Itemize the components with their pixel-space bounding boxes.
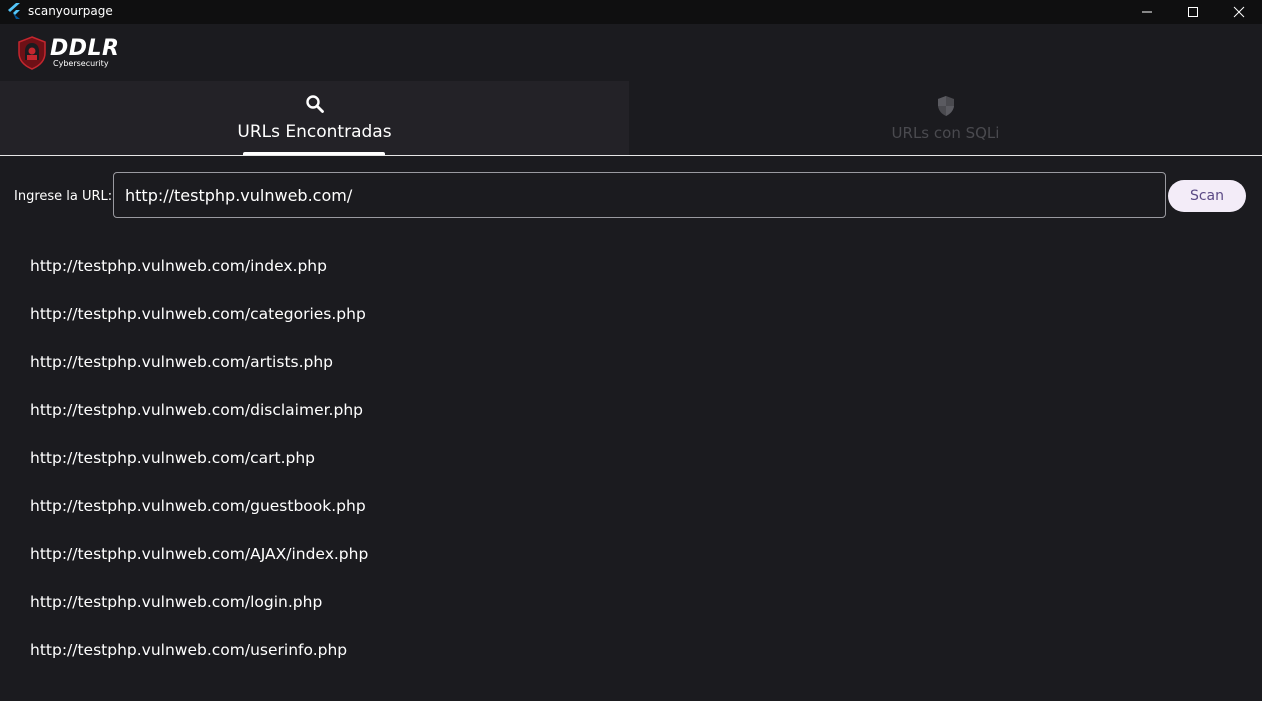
- list-item[interactable]: http://testphp.vulnweb.com/AJAX/index.ph…: [0, 530, 1262, 578]
- shield-icon: [937, 96, 954, 116]
- list-item[interactable]: http://testphp.vulnweb.com/categories.ph…: [0, 290, 1262, 338]
- maximize-button[interactable]: [1170, 0, 1216, 24]
- tabs-divider: [0, 155, 1262, 156]
- scan-button[interactable]: Scan: [1168, 180, 1246, 212]
- list-item[interactable]: http://testphp.vulnweb.com/userinfo.php: [0, 626, 1262, 674]
- tab-urls-encontradas[interactable]: URLs Encontradas: [0, 81, 629, 155]
- url-label: Ingrese la URL:: [14, 189, 113, 204]
- minimize-button[interactable]: [1124, 0, 1170, 24]
- list-item[interactable]: http://testphp.vulnweb.com/cart.php: [0, 434, 1262, 482]
- flutter-icon: [8, 3, 20, 19]
- hacker-shield-icon: [18, 36, 46, 70]
- window-title: scanyourpage: [28, 4, 113, 18]
- title-bar: scanyourpage: [0, 0, 1262, 24]
- close-icon: [1233, 6, 1245, 18]
- logo: DDLR Cybersecurity: [16, 36, 120, 70]
- list-item[interactable]: http://testphp.vulnweb.com/artists.php: [0, 338, 1262, 386]
- list-item[interactable]: http://testphp.vulnweb.com/guestbook.php: [0, 482, 1262, 530]
- logo-subtitle: Cybersecurity: [53, 59, 109, 68]
- list-item[interactable]: http://testphp.vulnweb.com/disclaimer.ph…: [0, 386, 1262, 434]
- url-input-value: http://testphp.vulnweb.com/: [125, 185, 353, 205]
- logo-title: DDLR: [50, 36, 120, 61]
- list-item[interactable]: http://testphp.vulnweb.com/index.php: [0, 242, 1262, 290]
- close-button[interactable]: [1216, 0, 1262, 24]
- tab-label: URLs con SQLi: [891, 124, 1000, 142]
- url-input[interactable]: http://testphp.vulnweb.com/: [113, 172, 1166, 218]
- tab-urls-con-sqli[interactable]: URLs con SQLi: [629, 81, 1262, 155]
- url-list: http://testphp.vulnweb.com/index.php htt…: [0, 242, 1262, 674]
- maximize-icon: [1188, 7, 1198, 17]
- search-icon: [305, 95, 324, 113]
- app-window: scanyourpage DDLR Cybersecurity URLs Enc…: [0, 0, 1262, 701]
- tab-label: URLs Encontradas: [237, 122, 392, 142]
- app-bar: DDLR Cybersecurity: [0, 24, 1262, 81]
- minimize-icon: [1142, 11, 1152, 13]
- list-item[interactable]: http://testphp.vulnweb.com/login.php: [0, 578, 1262, 626]
- tab-bar: URLs Encontradas URLs con SQLi: [0, 81, 1262, 155]
